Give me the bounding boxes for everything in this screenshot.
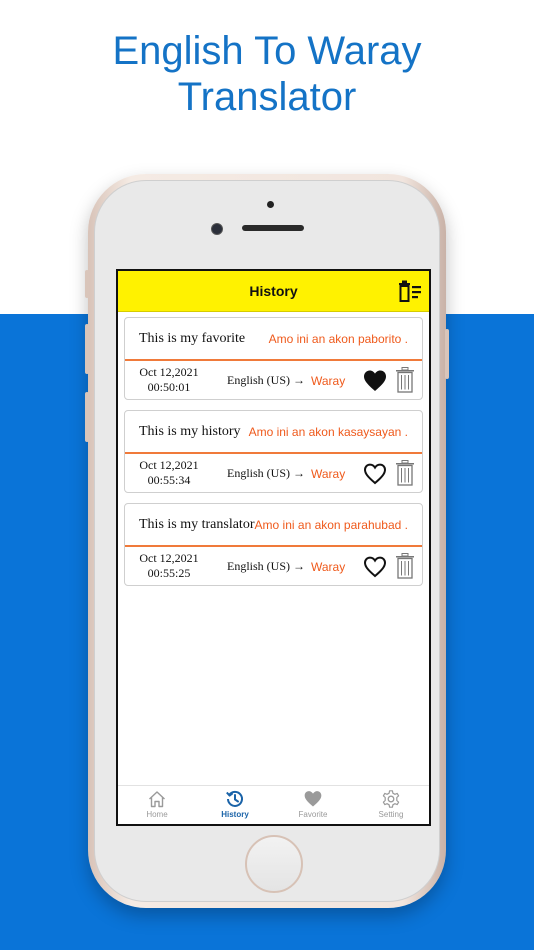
history-item[interactable]: This is my favorite Amo ini an akon pabo… <box>124 317 423 400</box>
history-item-text-row: This is my favorite Amo ini an akon pabo… <box>125 318 422 360</box>
app-header: History <box>118 271 429 312</box>
front-camera <box>211 223 223 235</box>
item-time: 00:50:01 <box>147 380 191 394</box>
headline-line-1: English To Waray <box>112 29 422 73</box>
source-language: English (US) → <box>227 373 305 387</box>
phone-face: History This is my favorite Amo ini an a… <box>94 180 440 902</box>
history-item[interactable]: This is my translator Amo ini an akon pa… <box>124 503 423 586</box>
tab-label: History <box>221 810 249 819</box>
gear-icon <box>382 790 400 808</box>
item-date: Oct 12,2021 <box>139 551 199 565</box>
heart-filled-icon <box>364 370 386 391</box>
tab-setting[interactable]: Setting <box>352 789 429 823</box>
timestamp: Oct 12,2021 00:50:01 <box>137 365 201 395</box>
tab-history[interactable]: History <box>196 789 274 823</box>
app-screen: History This is my favorite Amo ini an a… <box>116 269 431 826</box>
favorite-button[interactable] <box>363 555 387 579</box>
item-time: 00:55:25 <box>147 566 191 580</box>
item-date: Oct 12,2021 <box>139 458 199 472</box>
heart-outline-icon <box>363 556 387 578</box>
phone-frame: History This is my favorite Amo ini an a… <box>85 174 449 908</box>
translated-text: Amo ini an akon paborito . <box>268 332 408 346</box>
trash-list-icon <box>399 280 421 302</box>
trash-icon <box>396 367 414 393</box>
source-text: This is my translator <box>139 517 255 532</box>
heart-icon <box>304 791 322 807</box>
item-divider <box>125 359 422 361</box>
history-icon <box>226 790 243 807</box>
history-item-text-row: This is my history Amo ini an akon kasay… <box>125 411 422 453</box>
history-item[interactable]: This is my history Amo ini an akon kasay… <box>124 410 423 493</box>
clear-history-button[interactable] <box>397 279 423 303</box>
item-time: 00:55:34 <box>147 473 191 487</box>
home-button[interactable] <box>245 835 303 893</box>
favorite-button[interactable] <box>363 369 387 393</box>
timestamp: Oct 12,2021 00:55:34 <box>137 458 201 488</box>
delete-button[interactable] <box>395 460 415 486</box>
item-date: Oct 12,2021 <box>139 365 199 379</box>
target-language: Waray <box>311 374 346 388</box>
tab-favorite[interactable]: Favorite <box>274 789 352 823</box>
power-button <box>445 329 449 379</box>
history-item-text-row: This is my translator Amo ini an akon pa… <box>125 504 422 546</box>
timestamp: Oct 12,2021 00:55:25 <box>137 551 201 581</box>
item-divider <box>125 452 422 454</box>
tab-label: Favorite <box>298 810 328 819</box>
volume-up-button <box>85 324 89 374</box>
delete-button[interactable] <box>395 367 415 393</box>
heart-outline-icon <box>363 463 387 485</box>
page-title: History <box>249 283 298 299</box>
tab-home[interactable]: Home <box>118 789 196 823</box>
home-icon <box>149 791 165 808</box>
translated-text: Amo ini an akon parahubad . <box>254 518 408 532</box>
target-language: Waray <box>311 560 346 574</box>
trash-icon <box>396 553 414 579</box>
earpiece-speaker <box>242 225 304 231</box>
volume-down-button <box>85 392 89 442</box>
target-language: Waray <box>311 467 346 481</box>
source-language: English (US) → <box>227 559 305 573</box>
mute-switch <box>85 270 89 298</box>
headline-line-2: Translator <box>177 75 357 119</box>
source-language: English (US) → <box>227 466 305 480</box>
tab-label: Home <box>146 810 168 819</box>
source-text: This is my favorite <box>139 331 246 346</box>
item-divider <box>125 545 422 547</box>
favorite-button[interactable] <box>363 462 387 486</box>
bottom-tab-bar: Home History Favorite Setting <box>118 785 429 824</box>
proximity-sensor <box>267 201 274 208</box>
tab-label: Setting <box>378 810 404 819</box>
trash-icon <box>396 460 414 486</box>
translated-text: Amo ini an akon kasaysayan . <box>248 425 408 439</box>
delete-button[interactable] <box>395 553 415 579</box>
promo-headline: English To Waray Translator <box>0 28 534 120</box>
source-text: This is my history <box>139 424 241 439</box>
